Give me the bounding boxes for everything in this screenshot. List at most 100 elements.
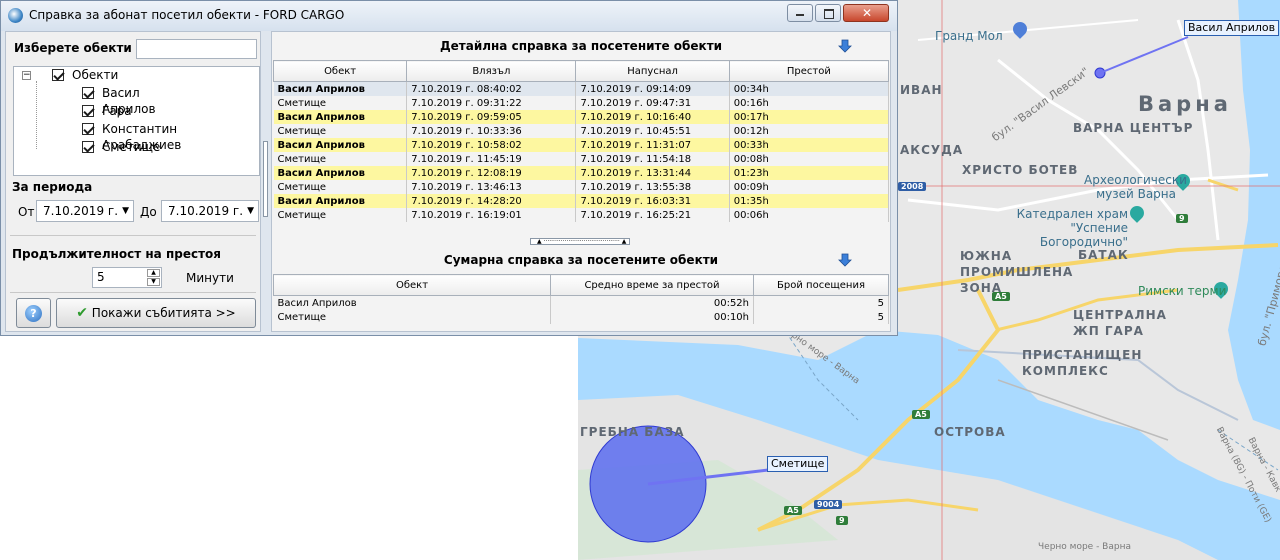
table-row[interactable]: Васил Априлов 7.10.2019 г. 08:40:02 7.10… [273,81,890,96]
road-shield: 9 [1176,214,1188,223]
export-arrow-icon[interactable] [838,253,852,267]
chevron-down-icon[interactable]: ▼ [122,201,129,221]
spin-down-icon[interactable]: ▼ [147,278,160,286]
table-row[interactable]: Сметище 7.10.2019 г. 09:31:22 7.10.2019 … [273,96,890,110]
table-cell: 7.10.2019 г. 09:47:31 [575,96,730,110]
map-poi-label: Катедрален храм "Успение Богородично" [1016,207,1128,249]
table-cell: 7.10.2019 г. 10:16:40 [575,110,730,124]
separator [10,292,256,293]
table-row[interactable]: Васил Априлов 7.10.2019 г. 10:58:02 7.10… [273,138,890,152]
period-label: За периода [12,180,93,194]
table-cell: 7.10.2019 г. 14:28:20 [406,194,577,208]
map-district-label: ПРИСТАНИЩЕН КОМПЛЕКС [1022,348,1143,378]
table-cell: Сметище [273,310,551,324]
report-panel: Детайлна справка за посетените обекти Об… [271,31,891,332]
table-cell: 00:52h [550,295,754,310]
column-header[interactable]: Брой посещения [753,274,889,296]
table-row[interactable]: Сметище 7.10.2019 г. 13:46:13 7.10.2019 … [273,180,890,194]
table-cell: Сметище [273,152,408,166]
table-row[interactable]: Васил Априлов 7.10.2019 г. 14:28:20 7.10… [273,194,890,208]
table-cell: 01:35h [729,194,890,208]
close-icon: ✕ [862,6,873,20]
table-cell: 5 [753,310,889,324]
app-icon [8,8,23,23]
road-shield: 2008 [898,182,927,191]
column-header[interactable]: Напуснал [575,60,730,82]
minimize-icon [796,14,804,16]
detail-table: Обект Влязъл Напуснал Престой Васил Апри… [272,60,890,222]
road-shield: A5 [912,410,930,419]
table-cell: 7.10.2019 г. 16:19:01 [406,208,577,222]
table-row[interactable]: Васил Априлов 7.10.2019 г. 09:59:05 7.10… [273,110,890,124]
table-cell: 7.10.2019 г. 11:45:19 [406,152,577,166]
checkbox-icon[interactable] [52,69,64,81]
table-cell: 7.10.2019 г. 08:40:02 [406,81,577,96]
horizontal-splitter[interactable]: ▲ ······································… [530,238,630,245]
table-cell: 00:09h [729,180,890,194]
map-district-label: ГРЕБНА БАЗА [580,425,685,439]
report-window: Справка за абонат посетил обекти - FORD … [0,0,898,336]
road-shield: 9004 [814,500,843,509]
chevron-down-icon[interactable]: ▼ [247,201,254,221]
table-cell: Васил Априлов [273,138,408,152]
table-cell: 7.10.2019 г. 11:31:07 [575,138,730,152]
table-cell: 7.10.2019 г. 13:55:38 [575,180,730,194]
splitter-grip-icon[interactable] [263,141,268,217]
table-cell: 00:10h [550,310,754,324]
table-row[interactable]: Сметище 7.10.2019 г. 16:19:01 7.10.2019 … [273,208,890,222]
road-shield: 9 [836,516,848,525]
map-poi-label: Гранд Мол [935,29,1003,43]
table-cell: 7.10.2019 г. 09:14:09 [575,81,730,96]
column-header[interactable]: Обект [273,274,551,296]
to-date-value: 7.10.2019 г. [168,204,244,218]
checkbox-icon[interactable] [82,141,94,153]
objects-tree[interactable]: − Обекти Васил Априлов Гара Константин А… [13,66,260,176]
table-row[interactable]: Васил Априлов 00:52h 5 [273,295,889,310]
summary-title: Сумарна справка за посетените обекти [443,253,719,267]
table-cell: Сметище [273,208,408,222]
show-events-button[interactable]: ✔ Покажи събитията >> [56,298,256,328]
map-district-label: БАТАК [1078,248,1129,262]
checkbox-icon[interactable] [82,87,94,99]
pane-splitter[interactable] [262,31,270,332]
table-cell: 00:16h [729,96,890,110]
duration-unit: Минути [186,271,234,285]
close-button[interactable]: ✕ [843,4,889,22]
duration-label: Продължителност на престоя [12,247,221,261]
table-row[interactable]: Сметище 00:10h 5 [273,310,889,324]
maximize-button[interactable] [815,4,841,22]
table-cell: 7.10.2019 г. 13:46:13 [406,180,577,194]
table-cell: 7.10.2019 г. 09:59:05 [406,110,577,124]
table-cell: 00:17h [729,110,890,124]
maximize-icon [824,9,834,19]
object-search-input[interactable] [136,39,257,59]
table-cell: Сметище [273,180,408,194]
spin-up-icon[interactable]: ▲ [147,269,160,277]
help-button[interactable]: ? [16,298,51,328]
table-cell: 7.10.2019 г. 16:25:21 [575,208,730,222]
detail-title: Детайлна справка за посетените обекти [439,39,723,53]
object-callout[interactable]: Сметище [767,456,829,472]
table-row[interactable]: Васил Априлов 7.10.2019 г. 12:08:19 7.10… [273,166,890,180]
column-header[interactable]: Влязъл [406,60,577,82]
table-cell: 7.10.2019 г. 13:31:44 [575,166,730,180]
checkbox-icon[interactable] [82,105,94,117]
table-cell: Васил Априлов [273,166,408,180]
from-date-picker[interactable]: 7.10.2019 г. ▼ [36,200,134,222]
column-header[interactable]: Средно време за престой [550,274,754,296]
column-header[interactable]: Престой [728,60,890,82]
table-row[interactable]: Сметище 7.10.2019 г. 11:45:19 7.10.2019 … [273,152,890,166]
title-bar[interactable]: Справка за абонат посетил обекти - FORD … [1,1,897,31]
table-row[interactable]: Сметище 7.10.2019 г. 10:33:36 7.10.2019 … [273,124,890,138]
tree-connector [36,81,38,149]
separator [10,235,256,236]
checkbox-icon[interactable] [82,123,94,135]
collapse-icon[interactable]: − [22,71,31,80]
export-arrow-icon[interactable] [838,39,852,53]
duration-stepper[interactable]: 5 ▲ ▼ [92,267,162,288]
object-callout[interactable]: Васил Априлов [1184,20,1280,36]
to-date-picker[interactable]: 7.10.2019 г. ▼ [161,200,259,222]
map-district-label: ХРИСТО БОТЕВ [962,163,1079,177]
column-header[interactable]: Обект [272,60,408,82]
minimize-button[interactable] [787,4,813,22]
